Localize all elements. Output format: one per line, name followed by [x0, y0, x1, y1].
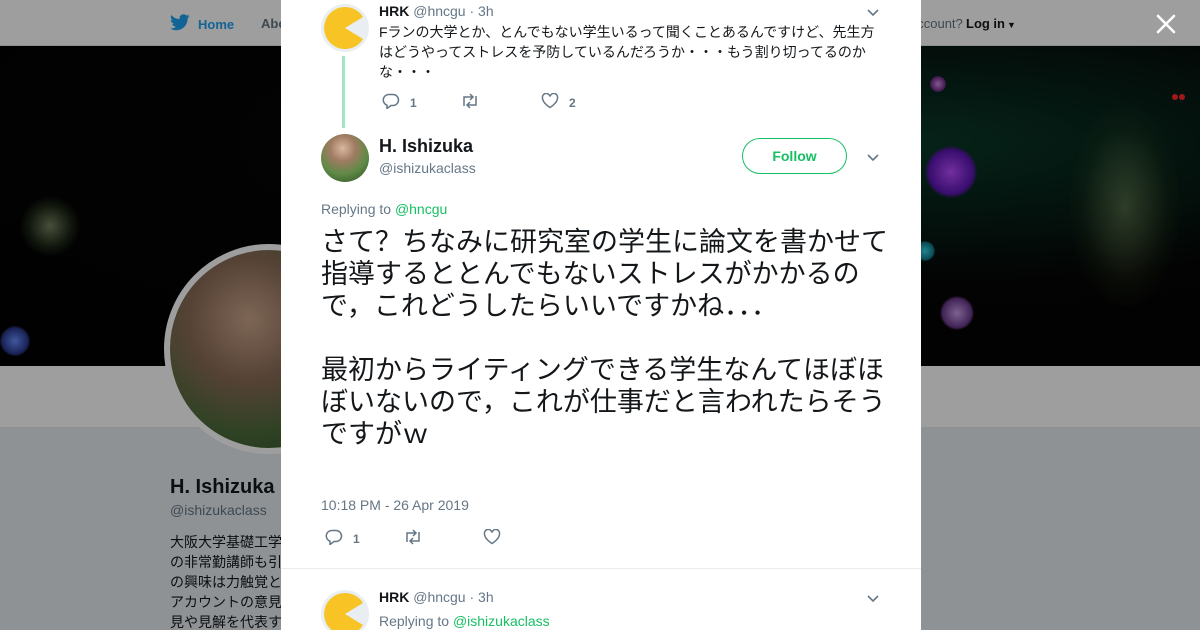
reply-button[interactable]: 1 [325, 529, 403, 548]
reply-icon [325, 529, 343, 548]
replying-to-link[interactable]: @hncgu [395, 201, 447, 217]
chevron-down-icon[interactable] [865, 149, 881, 165]
main-tweet-handle[interactable]: @ishizukaclass [379, 160, 476, 176]
heart-icon [483, 528, 501, 548]
like-count: 2 [569, 95, 576, 110]
heart-icon [541, 92, 559, 112]
follow-button[interactable]: Follow [742, 138, 847, 174]
replying-to-link[interactable]: @ishizukaclass [453, 613, 550, 629]
like-button[interactable] [483, 528, 511, 548]
parent-tweet-avatar[interactable] [321, 4, 369, 52]
retweet-button[interactable] [403, 529, 483, 548]
tweet-modal: HRK @hncgu · 3h Fランの大学とか、とんでもない学生いるって聞くこ… [281, 0, 921, 630]
reply-count: 1 [410, 95, 417, 110]
reply-button[interactable]: 1 [382, 93, 460, 112]
thread-connector-line [342, 56, 345, 128]
main-tweet-text: さて？ちなみに研究室の学生に論文を書かせて指導するととんでもないストレスがかかる… [321, 227, 888, 449]
main-tweet-name[interactable]: H. Ishizuka [379, 136, 473, 157]
replying-prefix: Replying to [379, 613, 450, 629]
parent-tweet-time[interactable]: 3h [478, 3, 494, 19]
parent-tweet-text: Fランの大学とか、とんでもない学生いるって聞くことあるんですけど、先生方はどうや… [379, 24, 875, 80]
parent-tweet-header: HRK @hncgu · 3h [379, 3, 494, 19]
retweet-button[interactable] [460, 93, 541, 112]
reply-icon [382, 93, 400, 112]
reply-divider [281, 568, 921, 569]
reply-tweet-avatar[interactable] [321, 590, 369, 630]
close-icon[interactable] [1152, 10, 1180, 38]
reply-tweet-header: HRK @hncgu · 3h [379, 589, 494, 605]
parent-tweet-name[interactable]: HRK [379, 3, 409, 19]
parent-tweet-actions: 1 2 [382, 92, 576, 112]
tweet-timestamp[interactable]: 10:18 PM - 26 Apr 2019 [321, 497, 469, 513]
parent-tweet-handle[interactable]: @hncgu [413, 3, 465, 19]
reply-count: 1 [353, 531, 360, 546]
reply-tweet-time[interactable]: 3h [478, 589, 494, 605]
chevron-down-icon[interactable] [865, 4, 881, 20]
replying-to-line: Replying to @hncgu [321, 201, 447, 217]
like-button[interactable]: 2 [541, 92, 576, 112]
reply-tweet-handle[interactable]: @hncgu [413, 589, 465, 605]
reply-tweet-name[interactable]: HRK [379, 589, 409, 605]
main-tweet-avatar[interactable] [321, 134, 369, 182]
retweet-icon [403, 529, 423, 548]
reply-tweet-replying-line: Replying to @ishizukaclass [379, 613, 550, 629]
replying-prefix: Replying to [321, 201, 392, 217]
chevron-down-icon[interactable] [865, 590, 881, 606]
retweet-icon [460, 93, 480, 112]
main-tweet-actions: 1 [325, 528, 511, 548]
